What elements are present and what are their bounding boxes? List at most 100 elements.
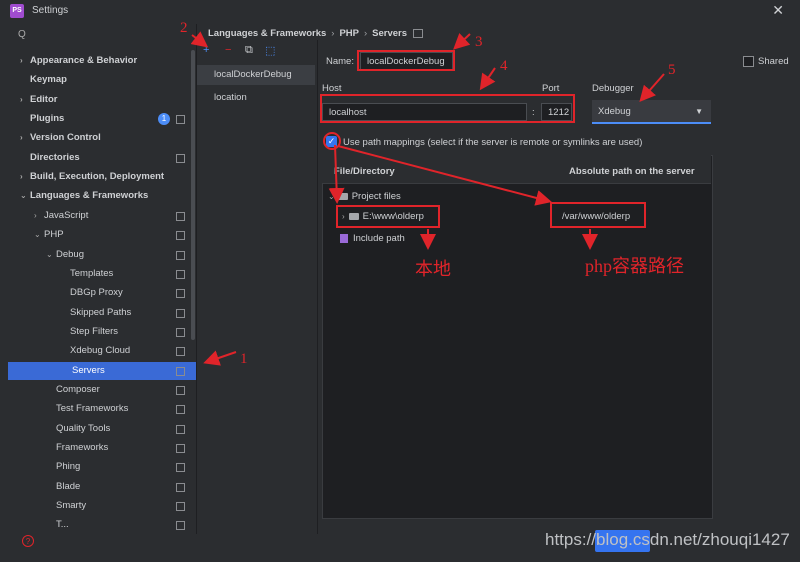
sidebar-item-directories[interactable]: Directories (20, 149, 80, 167)
settings-search-input[interactable] (16, 30, 186, 46)
arrow-5 (639, 73, 665, 103)
sidebar-item-label: Templates (70, 268, 114, 279)
sidebar-item-plugins[interactable]: Plugins (20, 110, 64, 128)
project-files-row[interactable]: ⌄ Project files (328, 191, 401, 202)
sidebar-item-keymap[interactable]: Keymap (20, 71, 67, 89)
host-label: Host (322, 83, 342, 94)
column-absolute-path[interactable]: Absolute path on the server (569, 166, 695, 177)
help-icon[interactable]: ? (22, 535, 34, 547)
project-level-icon (176, 463, 185, 472)
sidebar-item-servers[interactable]: Servers (8, 362, 196, 380)
project-level-icon (176, 386, 185, 395)
name-field[interactable]: localDockerDebug (360, 52, 453, 70)
sidebar-item-label: Composer (56, 384, 100, 395)
breadcrumb-servers: Servers (372, 28, 408, 39)
sidebar-item-label: PHP (44, 229, 64, 240)
sidebar-item-label: Directories (30, 152, 80, 163)
sidebar-item-languages-frameworks[interactable]: ⌄ Languages & Frameworks (20, 187, 148, 205)
debugger-select[interactable]: Xdebug ▼ (592, 100, 711, 124)
sidebar-item-label: Keymap (30, 74, 67, 85)
use-path-mappings-label: Use path mappings (select if the server … (343, 137, 643, 148)
add-server-button[interactable]: + (203, 44, 209, 56)
chevron-right-icon[interactable]: › (20, 91, 30, 109)
include-path-row[interactable]: Include path (340, 233, 405, 244)
shared-checkbox[interactable] (743, 56, 754, 67)
server-item-localdockerdebug[interactable]: localDockerDebug (197, 65, 315, 85)
debugger-label: Debugger (592, 83, 634, 94)
sidebar-item-label: Quality Tools (56, 423, 111, 434)
sidebar-item-templates[interactable]: Templates (60, 265, 113, 283)
sidebar-item-frameworks[interactable]: Frameworks (46, 439, 108, 457)
project-level-icon (176, 347, 185, 356)
remove-server-button[interactable]: − (225, 44, 231, 56)
sidebar-item-javascript[interactable]: › JavaScript (34, 207, 88, 225)
sidebar-item-label: Smarty (56, 500, 87, 511)
sidebar-item-php[interactable]: ⌄ PHP (34, 226, 64, 244)
sidebar-item-appearance-behavior[interactable]: › Appearance & Behavior (20, 52, 137, 70)
window-title: Settings (32, 5, 69, 16)
project-level-icon (176, 231, 185, 240)
sidebar-item-dbgp-proxy[interactable]: DBGp Proxy (60, 284, 123, 302)
annotation-local-label: 本地 (415, 259, 451, 279)
arrow-4 (479, 67, 496, 91)
chevron-down-icon: ▼ (695, 107, 703, 116)
folder-icon (337, 192, 348, 200)
sidebar-item-composer[interactable]: Composer (46, 381, 100, 399)
project-level-icon (176, 328, 185, 337)
project-level-icon (176, 405, 185, 414)
sidebar-item-blade[interactable]: Blade (46, 478, 80, 496)
sidebar-item-label: Step Filters (70, 326, 119, 337)
sidebar-item-debug[interactable]: ⌄ Debug (46, 246, 84, 264)
chevron-right-icon[interactable]: › (20, 168, 30, 186)
server-path-cell[interactable]: /var/www/olderp (562, 211, 630, 222)
watermark: https://blog.csdn.net/zhouqi1427 (545, 530, 790, 549)
chevron-right-icon[interactable]: › (34, 207, 44, 225)
host-field[interactable]: localhost (322, 103, 527, 121)
local-path-row[interactable]: › E:\www\olderp (342, 211, 424, 222)
chevron-down-icon[interactable]: ⌄ (34, 226, 44, 244)
sidebar-item-editor[interactable]: › Editor (20, 91, 57, 109)
port-label: Port (542, 83, 560, 94)
sidebar-item-t[interactable]: T... (46, 516, 69, 534)
project-level-icon (176, 425, 185, 434)
sidebar-item-build-execution-deployment[interactable]: › Build, Execution, Deployment (20, 168, 164, 186)
name-label: Name: (326, 56, 354, 67)
breadcrumb-languages[interactable]: Languages & Frameworks (208, 28, 326, 39)
chevron-right-icon[interactable]: › (20, 52, 30, 70)
sidebar-item-quality-tools[interactable]: Quality Tools (46, 420, 110, 438)
copy-server-icon[interactable]: ⧉ (245, 44, 253, 57)
sidebar-item-step-filters[interactable]: Step Filters (60, 323, 118, 341)
chevron-down-icon[interactable]: ⌄ (20, 187, 30, 205)
sidebar-item-label: Xdebug Cloud (70, 345, 131, 356)
sidebar-item-label: Test Frameworks (56, 403, 129, 414)
column-file-directory[interactable]: File/Directory (334, 166, 395, 177)
sidebar-item-label: Skipped Paths (70, 307, 132, 318)
import-server-icon[interactable]: ⬚ (265, 44, 275, 57)
annotation-number-2: 2 (180, 20, 188, 36)
breadcrumb-php[interactable]: PHP (339, 28, 359, 39)
tree-scrollbar[interactable] (191, 50, 195, 340)
local-path-label: E:\www\olderp (362, 211, 424, 222)
server-item-location[interactable]: location (197, 88, 315, 108)
use-path-mappings-checkbox[interactable]: ✓ (326, 136, 337, 147)
annotation-number-4: 4 (500, 58, 508, 74)
close-icon[interactable]: ✕ (772, 2, 784, 19)
sidebar-item-phing[interactable]: Phing (46, 458, 80, 476)
sidebar-item-skipped-paths[interactable]: Skipped Paths (60, 304, 131, 322)
sidebar-item-label: JavaScript (44, 210, 89, 221)
shared-label: Shared (758, 56, 789, 67)
project-level-icon (176, 444, 185, 453)
breadcrumb: Languages & Frameworks › PHP › Servers (208, 28, 424, 39)
project-level-icon (176, 212, 185, 221)
breadcrumb-settings-icon (413, 28, 424, 38)
sidebar-item-version-control[interactable]: › Version Control (20, 129, 101, 147)
project-level-icon (176, 251, 185, 260)
sidebar-item-label: Phing (56, 461, 81, 472)
sidebar-item-test-frameworks[interactable]: Test Frameworks (46, 400, 128, 418)
chevron-right-icon[interactable]: › (20, 129, 30, 147)
chevron-down-icon[interactable]: ⌄ (46, 246, 56, 264)
sidebar-item-xdebug-cloud[interactable]: Xdebug Cloud (60, 342, 130, 360)
sidebar-item-label: Plugins (30, 113, 65, 124)
sidebar-item-smarty[interactable]: Smarty (46, 497, 86, 515)
port-field[interactable]: 1212 (541, 103, 572, 121)
